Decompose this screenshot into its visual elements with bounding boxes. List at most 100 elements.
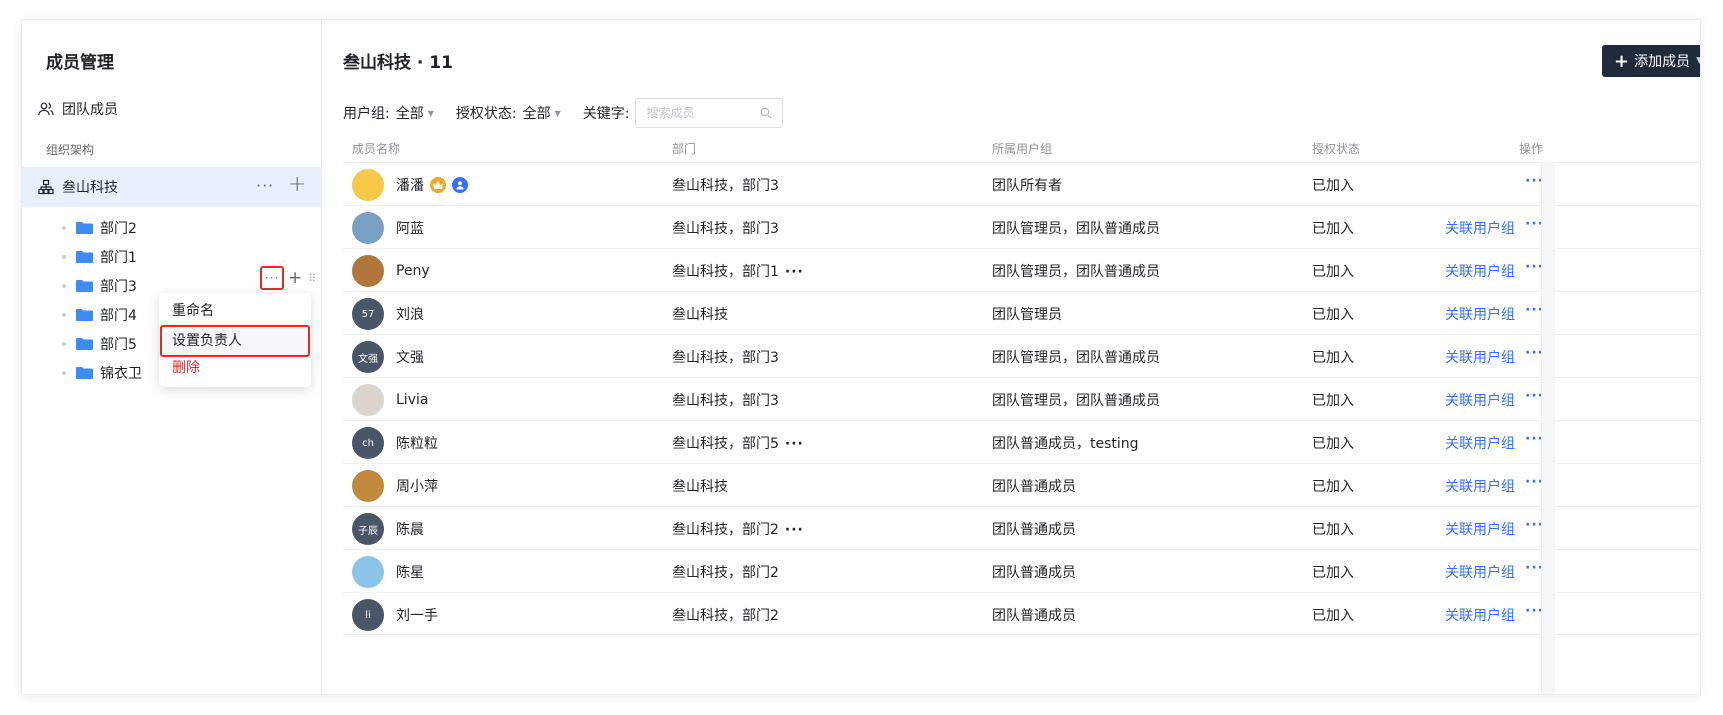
folder-icon	[76, 338, 93, 350]
dept-item[interactable]: 部门4	[62, 303, 137, 327]
member-name: 刘浪	[396, 307, 424, 323]
menu-item-set-owner[interactable]: 设置负责人	[160, 325, 310, 357]
group-filter-select[interactable]: 全部 ▼	[396, 103, 456, 123]
member-dept: 叁山科技，部门5	[672, 436, 779, 452]
main-panel: 叁山科技 · 11 + 添加成员 ▼ 用户组: 全部 ▼ 授权状态: 全部 ▼ …	[323, 20, 1700, 694]
member-status: 已加入	[1312, 522, 1354, 538]
member-group: 团队普通成员	[992, 522, 1076, 538]
table-row[interactable]: li 刘一手 叁山科技，部门2 团队普通成员 已加入 关联用户组 ···	[343, 592, 1700, 635]
member-cell: 周小萍	[352, 470, 438, 502]
dept-item[interactable]: 部门3	[62, 274, 137, 298]
table-row[interactable]: 子辰 陈晨 叁山科技，部门2 ··· 团队普通成员 已加入 关联用户组 ···	[343, 506, 1700, 549]
link-group-button[interactable]: 关联用户组	[1445, 390, 1515, 410]
group-filter-value: 全部	[395, 106, 424, 122]
member-dept: 叁山科技，部门3	[672, 350, 779, 366]
table-row[interactable]: 陈星 叁山科技，部门2 团队普通成员 已加入 关联用户组 ···	[343, 549, 1700, 592]
link-group-button[interactable]: 关联用户组	[1445, 519, 1515, 539]
link-group-button[interactable]: 关联用户组	[1445, 476, 1515, 496]
menu-item-rename[interactable]: 重命名	[172, 300, 214, 322]
link-group-button[interactable]: 关联用户组	[1445, 347, 1515, 367]
org-add-button[interactable]: +	[288, 172, 306, 197]
dept-overflow[interactable]: ···	[785, 264, 804, 280]
dept-more-button[interactable]: ···	[260, 266, 284, 290]
dept-cell: 叁山科技，部门3	[672, 218, 779, 238]
member-dept: 叁山科技，部门3	[672, 221, 779, 237]
dept-cell: 叁山科技	[672, 304, 728, 324]
add-member-button[interactable]: + 添加成员 ▼	[1602, 45, 1700, 77]
dept-item[interactable]: 锦衣卫	[62, 361, 142, 385]
member-group: 团队管理员，团队普通成员	[992, 350, 1160, 366]
link-group-button[interactable]: 关联用户组	[1445, 261, 1515, 281]
member-cell: ch 陈粒粒	[352, 427, 438, 459]
member-group: 团队管理员，团队普通成员	[992, 393, 1160, 409]
dept-overflow[interactable]: ···	[785, 436, 804, 452]
member-name: 陈粒粒	[396, 436, 438, 452]
sidebar-item-team-members[interactable]: 团队成员	[38, 98, 118, 120]
folder-icon	[76, 280, 93, 292]
add-member-label: 添加成员	[1634, 54, 1691, 70]
caret-down-icon: ▼	[554, 108, 561, 118]
col-header-name: 成员名称	[352, 142, 401, 156]
member-cell: Peny	[352, 255, 430, 287]
link-group-button[interactable]: 关联用户组	[1445, 562, 1515, 582]
table-row[interactable]: Livia 叁山科技，部门3 团队管理员，团队普通成员 已加入 关联用户组 ···	[343, 377, 1700, 420]
org-root-item[interactable]: 叁山科技 ··· +	[22, 167, 322, 207]
member-cell: li 刘一手	[352, 599, 438, 631]
member-status: 已加入	[1312, 436, 1354, 452]
tree-dot	[62, 226, 66, 230]
dept-item[interactable]: 部门2	[62, 216, 137, 240]
member-status: 已加入	[1312, 479, 1354, 495]
member-group: 团队管理员，团队普通成员	[992, 221, 1160, 237]
filter-bar: 用户组: 全部 ▼ 授权状态: 全部 ▼ 关键字:	[343, 98, 784, 128]
member-table: 成员名称 部门 所属用户组 授权状态 操作 潘潘 叁山科技，部门3 团队所有者 已加入…	[343, 132, 1700, 635]
member-status: 已加入	[1312, 608, 1354, 624]
sidebar: 成员管理 团队成员 组织架构 叁山科技 ··· + 部门2 部门1 部门3 部门…	[22, 20, 322, 694]
org-more-button[interactable]: ···	[256, 176, 274, 195]
member-cell: 陈星	[352, 556, 424, 588]
col-header-action: 操作	[1519, 142, 1544, 156]
dept-cell: 叁山科技	[672, 476, 728, 496]
caret-down-icon: ▼	[427, 108, 434, 118]
scrollbar[interactable]	[1541, 162, 1555, 694]
search-box[interactable]	[635, 98, 784, 128]
table-row[interactable]: Peny 叁山科技，部门1 ··· 团队管理员，团队普通成员 已加入 关联用户组 ···	[343, 248, 1700, 291]
sidebar-item-label: 团队成员	[62, 102, 118, 118]
table-row[interactable]: 潘潘 叁山科技，部门3 团队所有者 已加入 ···	[343, 162, 1700, 205]
dept-name: 锦衣卫	[100, 366, 142, 382]
link-group-button[interactable]: 关联用户组	[1445, 304, 1515, 324]
avatar: ch	[352, 427, 384, 459]
table-row[interactable]: 阿蓝 叁山科技，部门3 团队管理员，团队普通成员 已加入 关联用户组 ···	[343, 205, 1700, 248]
link-group-button[interactable]: 关联用户组	[1445, 433, 1515, 453]
dept-name: 部门5	[100, 337, 137, 353]
member-dept: 叁山科技，部门3	[672, 393, 779, 409]
menu-item-delete[interactable]: 删除	[172, 357, 200, 379]
table-row[interactable]: 文强 文强 叁山科技，部门3 团队管理员，团队普通成员 已加入 关联用户组 ···	[343, 334, 1700, 377]
col-header-dept: 部门	[672, 142, 697, 156]
member-status: 已加入	[1312, 393, 1354, 409]
avatar-initials: 57	[361, 308, 375, 320]
avatar: li	[352, 599, 384, 631]
search-input[interactable]	[646, 106, 757, 120]
table-row[interactable]: 57 刘浪 叁山科技 团队管理员 已加入 关联用户组 ···	[343, 291, 1700, 334]
search-icon	[760, 107, 772, 123]
drag-handle-icon[interactable]: ⠿	[308, 272, 316, 285]
dept-actions: ··· + ⠿	[260, 266, 316, 290]
table-row[interactable]: 周小萍 叁山科技 团队普通成员 已加入 关联用户组 ···	[343, 463, 1700, 506]
avatar: 子辰	[352, 513, 384, 545]
member-status: 已加入	[1312, 350, 1354, 366]
avatar	[352, 255, 384, 287]
dept-add-button[interactable]: +	[288, 268, 302, 288]
tree-dot	[62, 313, 66, 317]
dept-cell: 叁山科技，部门3	[672, 390, 779, 410]
avatar	[352, 470, 384, 502]
avatar	[352, 212, 384, 244]
member-status: 已加入	[1312, 565, 1354, 581]
table-row[interactable]: ch 陈粒粒 叁山科技，部门5 ··· 团队普通成员，testing 已加入 关联用户组 ··…	[343, 420, 1700, 463]
auth-filter-select[interactable]: 全部 ▼	[523, 103, 583, 123]
dept-item[interactable]: 部门1	[62, 245, 137, 269]
dept-overflow[interactable]: ···	[785, 522, 804, 538]
dept-item[interactable]: 部门5	[62, 332, 137, 356]
link-group-button[interactable]: 关联用户组	[1445, 218, 1515, 238]
link-group-button[interactable]: 关联用户组	[1445, 605, 1515, 625]
member-name: Livia	[396, 392, 429, 408]
